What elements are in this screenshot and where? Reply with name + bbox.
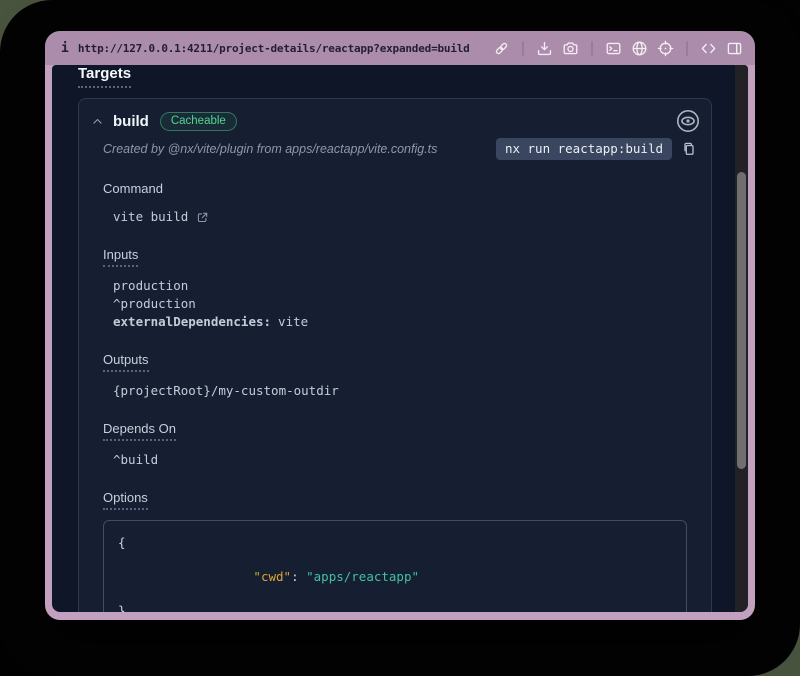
created-by-text: Created by @nx/vite/plugin from apps/rea… (103, 142, 437, 156)
link-icon[interactable] (493, 40, 510, 57)
toolbar-separator (686, 41, 688, 56)
options-section: Options { "cwd": "apps/reactapp" } (103, 489, 687, 612)
depends-on-section: Depends On ^build (103, 420, 687, 469)
depends-on-item: ^build (113, 451, 687, 469)
command-label: Command (103, 181, 163, 196)
targets-heading: Targets (78, 65, 131, 88)
json-key: "cwd" (253, 569, 291, 584)
download-tray-icon[interactable] (536, 40, 553, 57)
json-string: "apps/reactapp" (306, 569, 419, 584)
outputs-label: Outputs (103, 352, 149, 372)
input-item: externalDependencies: vite (113, 313, 687, 331)
sidebar-icon[interactable] (726, 40, 743, 57)
created-by-row: Created by @nx/vite/plugin from apps/rea… (79, 134, 711, 160)
cacheable-badge: Cacheable (160, 112, 237, 131)
chevron-up-icon[interactable] (91, 115, 104, 128)
run-command-chip: nx run reactapp:build (496, 138, 672, 160)
titlebar-toolbar (493, 40, 743, 57)
globe-icon[interactable] (631, 40, 648, 57)
output-item: {projectRoot}/my-custom-outdir (113, 382, 687, 400)
options-code-block: { "cwd": "apps/reactapp" } (103, 520, 687, 612)
options-label: Options (103, 490, 148, 510)
code-icon[interactable] (700, 40, 717, 57)
info-icon: i (61, 41, 69, 56)
camera-icon[interactable] (562, 40, 579, 57)
scrollbar-thumb[interactable] (737, 172, 746, 469)
command-section: Command vite build (103, 180, 687, 226)
view-target-eye-button[interactable] (675, 108, 701, 134)
toolbar-separator (522, 41, 524, 56)
project-details-page: Targets build Cacheable (52, 65, 735, 612)
input-item: production (113, 277, 687, 295)
target-sections: Command vite build (79, 160, 711, 612)
url-field[interactable]: http://127.0.0.1:4211/project-details/re… (78, 42, 470, 55)
titlebar: i http://127.0.0.1:4211/project-details/… (45, 31, 755, 65)
command-value: vite build (113, 208, 188, 226)
outputs-section: Outputs {projectRoot}/my-custom-outdir (103, 351, 687, 400)
target-name: build (113, 113, 149, 130)
scrollbar-track[interactable] (735, 65, 748, 612)
inputs-section: Inputs production ^production externalDe… (103, 246, 687, 331)
copy-icon[interactable] (681, 141, 697, 157)
crosshair-icon[interactable] (657, 40, 674, 57)
build-card-header[interactable]: build Cacheable (79, 99, 711, 134)
terminal-icon[interactable] (605, 40, 622, 57)
browser-window: i http://127.0.0.1:4211/project-details/… (45, 31, 755, 620)
page-content: Targets build Cacheable (52, 65, 748, 612)
toolbar-separator (591, 41, 593, 56)
inputs-label: Inputs (103, 247, 138, 267)
input-item: ^production (113, 295, 687, 313)
external-link-icon[interactable] (196, 211, 209, 224)
depends-on-label: Depends On (103, 421, 176, 441)
target-card-build: build Cacheable Created by @nx/vite/plug… (78, 98, 712, 612)
